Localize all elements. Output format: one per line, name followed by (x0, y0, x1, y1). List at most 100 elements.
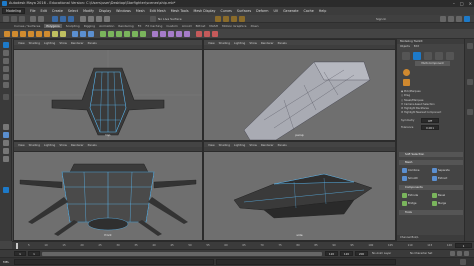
bevel-button[interactable]: Bevel (438, 194, 445, 197)
vp-menu-view[interactable]: View (18, 41, 25, 45)
symmetry-dropdown[interactable]: Off (421, 118, 439, 123)
combine-icon[interactable] (72, 31, 78, 37)
channel-box-toggle-icon[interactable] (456, 16, 462, 22)
shelf-tab-animation[interactable]: Animation (99, 24, 114, 28)
menu-uv[interactable]: UV (273, 9, 278, 13)
select-by-object-icon[interactable] (60, 16, 66, 22)
range-slider-bar[interactable] (42, 252, 322, 256)
select-by-hierarchy-icon[interactable] (52, 16, 58, 22)
lasso-tool-icon[interactable] (3, 50, 9, 56)
tools-section[interactable]: Tools (399, 210, 463, 215)
viewport-top[interactable]: View Shading Lighting Show Renderer Pane… (13, 39, 203, 141)
menu-mesh-display[interactable]: Mesh Display (194, 9, 216, 13)
vp-menu-view[interactable]: View (18, 143, 25, 147)
shelf-tab-fx[interactable]: FX (138, 24, 142, 28)
extrude-icon[interactable] (116, 31, 122, 37)
poly-cube-icon[interactable] (12, 31, 18, 37)
shelf-tab-arnold[interactable]: Arnold (182, 24, 192, 28)
vp-menu-shading[interactable]: Shading (219, 143, 230, 147)
tool-settings-toggle-icon[interactable] (448, 16, 454, 22)
maximize-button[interactable]: □ (460, 0, 464, 7)
menu-display[interactable]: Display (99, 9, 111, 13)
save-scene-icon[interactable] (19, 16, 25, 22)
vp-menu-renderer[interactable]: Renderer (261, 41, 274, 45)
separate-icon[interactable] (80, 31, 86, 37)
start-time-field[interactable]: 1 (14, 251, 26, 256)
planar-mapping-icon[interactable] (196, 31, 202, 37)
smooth-icon[interactable] (88, 31, 94, 37)
rotate-tool-icon[interactable] (3, 74, 9, 80)
poly-plane-icon[interactable] (44, 31, 50, 37)
shelf-tab-sculpting[interactable]: Sculpting (66, 24, 80, 28)
poly-cylinder-icon[interactable] (20, 31, 26, 37)
shelf-tab-motion-graphics[interactable]: Motion Graphics (222, 24, 246, 28)
menu-edit[interactable]: Edit (41, 9, 47, 13)
shelf-tab-xgen[interactable]: XGen (250, 24, 258, 28)
vp-menu-renderer[interactable]: Renderer (71, 143, 84, 147)
vp-menu-panels[interactable]: Panels (278, 41, 287, 45)
vp-menu-lighting[interactable]: Lighting (234, 41, 245, 45)
command-input[interactable] (14, 259, 214, 265)
modeling-toolkit-toggle-icon[interactable] (464, 16, 470, 22)
persp-graph-layout-icon[interactable] (3, 148, 9, 154)
shelf-tab-polygons[interactable]: Polygons (44, 24, 62, 28)
attribute-editor-tab-icon[interactable] (467, 43, 473, 49)
render-frame-icon[interactable] (215, 16, 221, 22)
menu-surfaces[interactable]: Surfaces (237, 9, 251, 13)
target-weld-icon[interactable] (160, 31, 166, 37)
shelf-tab-bifrost[interactable]: Bifrost (196, 24, 206, 28)
extrude-button[interactable]: Extrude (408, 194, 418, 197)
ipr-render-icon[interactable] (223, 16, 229, 22)
menu-curves[interactable]: Curves (220, 9, 231, 13)
time-slider[interactable]: 5 10 15 20 25 30 35 40 45 50 55 60 65 70… (12, 241, 474, 249)
vp-menu-panels[interactable]: Panels (88, 143, 97, 147)
viewport-side[interactable]: View Shading Lighting Show Renderer Pane… (203, 141, 396, 241)
new-scene-icon[interactable] (3, 16, 9, 22)
sign-in-button[interactable]: Sign In (376, 17, 386, 21)
vp-menu-view[interactable]: View (208, 143, 215, 147)
single-perspective-layout-icon[interactable] (3, 124, 9, 130)
close-button[interactable]: ✕ (469, 0, 472, 7)
move-tool-icon[interactable] (3, 66, 9, 72)
shelf-tab-mash[interactable]: MASH (209, 24, 218, 28)
shelf-tab-rigging[interactable]: Rigging (84, 24, 95, 28)
vp-menu-panels[interactable]: Panels (278, 143, 287, 147)
playback-end-field[interactable]: 120 (325, 251, 338, 256)
bridge-button[interactable]: Bridge (408, 202, 416, 205)
live-surface-icon[interactable] (150, 16, 156, 22)
bevel-icon[interactable] (132, 31, 138, 37)
viewport-front[interactable]: View Shading Lighting Show Renderer Pane… (13, 141, 203, 241)
tool-settings-tab-icon[interactable] (467, 79, 473, 85)
poly-cone-icon[interactable] (28, 31, 34, 37)
face-mode-icon[interactable] (435, 52, 443, 60)
playback-options-icon[interactable] (464, 251, 469, 256)
mirror-icon[interactable] (108, 31, 114, 37)
make-live-icon[interactable] (184, 31, 190, 37)
vp-menu-lighting[interactable]: Lighting (44, 41, 55, 45)
select-by-component-icon[interactable] (68, 16, 74, 22)
quick-layout-icon[interactable] (3, 187, 9, 193)
tolerance-field[interactable]: 0.001 (421, 125, 439, 130)
soft-selection-section[interactable]: Soft Selection (399, 152, 463, 157)
open-scene-icon[interactable] (11, 16, 17, 22)
vp-menu-panels[interactable]: Panels (88, 41, 97, 45)
automatic-mapping-icon[interactable] (204, 31, 210, 37)
paint-select-tool-icon[interactable] (3, 58, 9, 64)
render-settings-icon[interactable] (231, 16, 237, 22)
menu-cache[interactable]: Cache (304, 9, 314, 13)
animation-preferences-icon[interactable] (457, 251, 462, 256)
playback-start-field[interactable]: 1 (28, 251, 40, 256)
snap-grid-icon[interactable] (80, 16, 86, 22)
menu-help[interactable]: Help (319, 9, 327, 13)
vertex-mode-icon[interactable] (413, 52, 421, 60)
selection-sphere-icon[interactable] (403, 69, 410, 76)
combine-button[interactable]: Combine (408, 169, 420, 172)
platonic-solid-icon[interactable] (60, 31, 66, 37)
redo-icon[interactable] (38, 16, 44, 22)
tab-edit[interactable]: Edit (414, 44, 419, 49)
components-section[interactable]: Components (399, 185, 463, 190)
shelf-tab-custom[interactable]: Custom (166, 24, 178, 28)
character-set-dropdown[interactable]: No Character Set (410, 251, 432, 256)
ship-mesh-top[interactable] (51, 67, 165, 136)
shelf-tab-fx-caching[interactable]: FX Caching (145, 24, 162, 28)
